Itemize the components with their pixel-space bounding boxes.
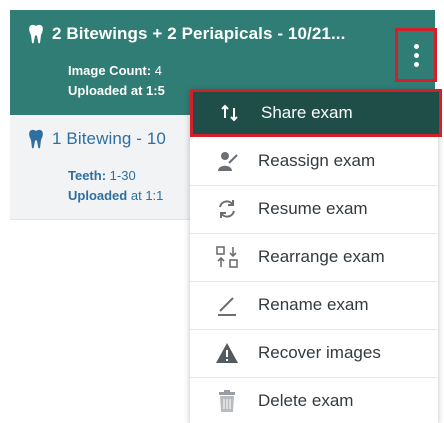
exam-meta-image-count: Image Count: 4 bbox=[68, 62, 162, 80]
menu-item-resume-exam[interactable]: Resume exam bbox=[190, 185, 438, 233]
reassign-icon bbox=[214, 148, 240, 174]
menu-item-label: Recover images bbox=[258, 343, 381, 362]
menu-item-label: Rename exam bbox=[258, 295, 369, 314]
menu-item-rename-exam[interactable]: Rename exam bbox=[190, 281, 438, 329]
exam-meta-uploaded: Uploaded at 1:1 bbox=[68, 187, 163, 205]
meta-label: Uploaded at bbox=[68, 83, 143, 98]
rename-icon bbox=[214, 292, 240, 318]
kebab-dot bbox=[413, 43, 419, 49]
exam-title: 1 Bitewing - 10 bbox=[52, 129, 166, 148]
menu-item-label: Reassign exam bbox=[258, 151, 376, 170]
meta-label: Uploaded bbox=[68, 188, 128, 203]
trash-icon bbox=[214, 388, 240, 414]
meta-value: 1-30 bbox=[109, 168, 136, 183]
menu-item-share-exam[interactable]: Share exam bbox=[190, 89, 442, 137]
exam-title-row: 2 Bitewings + 2 Periapicals - 10/21... bbox=[28, 24, 345, 44]
menu-item-reassign-exam[interactable]: Reassign exam bbox=[190, 137, 438, 185]
resume-icon bbox=[214, 196, 240, 222]
exam-title: 2 Bitewings + 2 Periapicals - 10/21... bbox=[52, 24, 346, 43]
menu-item-label: Share exam bbox=[261, 103, 353, 122]
exam-meta-teeth: Teeth: 1-30 bbox=[68, 167, 136, 185]
menu-item-rearrange-exam[interactable]: Rearrange exam bbox=[190, 233, 438, 281]
meta-label: Image Count: bbox=[68, 63, 152, 78]
screen: 2 Bitewings + 2 Periapicals - 10/21... I… bbox=[0, 0, 444, 423]
tooth-icon bbox=[28, 24, 44, 44]
menu-item-delete-exam[interactable]: Delete exam bbox=[190, 377, 438, 423]
meta-label: Teeth: bbox=[68, 168, 107, 183]
warning-icon bbox=[214, 340, 240, 366]
meta-value: at 1:1 bbox=[130, 188, 164, 203]
share-icon bbox=[217, 100, 243, 126]
meta-value: 1:5 bbox=[146, 83, 165, 98]
kebab-dot bbox=[413, 61, 419, 67]
exam-context-menu: Share exam Reassign exam Resume exam Rea… bbox=[190, 89, 442, 423]
menu-item-recover-images[interactable]: Recover images bbox=[190, 329, 438, 377]
meta-value: 4 bbox=[154, 63, 162, 78]
tooth-icon bbox=[28, 129, 44, 149]
menu-item-label: Resume exam bbox=[258, 199, 368, 218]
kebab-dot bbox=[413, 52, 419, 58]
menu-item-label: Delete exam bbox=[258, 391, 354, 410]
exam-meta-uploaded: Uploaded at 1:5 bbox=[68, 82, 165, 100]
rearrange-icon bbox=[214, 244, 240, 270]
more-options-button[interactable] bbox=[395, 28, 437, 82]
exam-title-row: 1 Bitewing - 10 bbox=[28, 129, 166, 149]
menu-item-label: Rearrange exam bbox=[258, 247, 385, 266]
